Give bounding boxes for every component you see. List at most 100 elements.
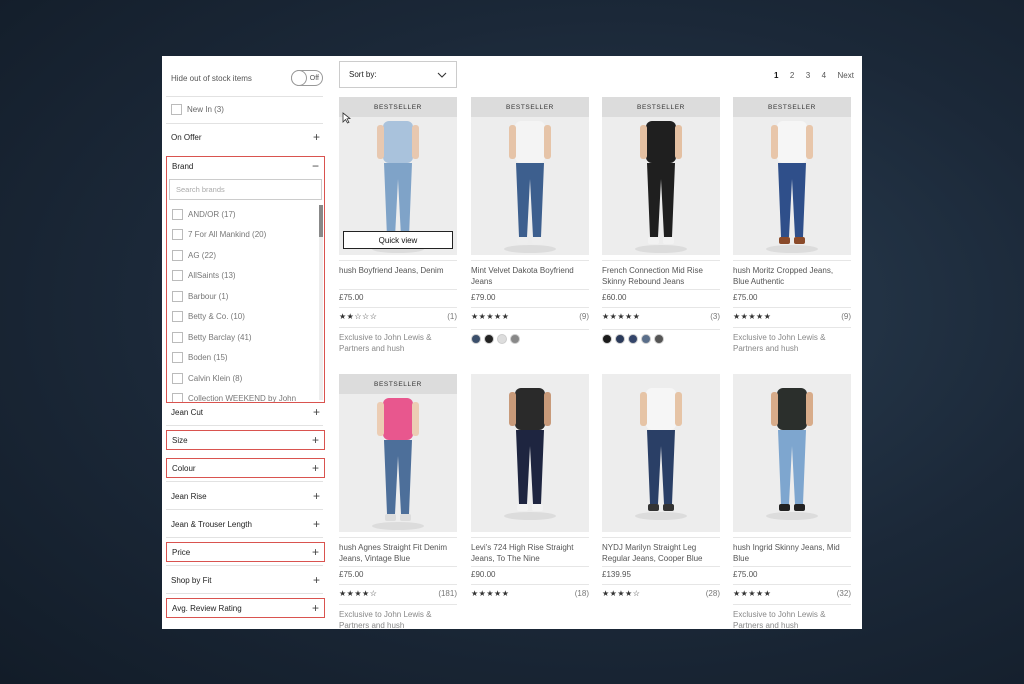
left-shoe <box>648 504 659 511</box>
hide-out-of-stock-toggle[interactable]: Off <box>291 70 323 86</box>
brand-item[interactable]: Betty & Co. (10) <box>167 307 317 328</box>
page-link-4[interactable]: 4 <box>822 71 826 80</box>
brand-item[interactable]: Collection WEEKEND by John <box>167 389 317 402</box>
toggle-state-label: Off <box>309 74 319 82</box>
floor-shadow <box>635 512 687 520</box>
new-in-filter[interactable]: New In (3) <box>171 102 224 116</box>
brand-item[interactable]: Betty Barclay (41) <box>167 327 317 348</box>
brand-item[interactable]: AllSaints (13) <box>167 266 317 287</box>
facet-shop-by-fit[interactable]: Shop by Fit + <box>166 570 325 590</box>
left-arm <box>509 125 516 159</box>
product-card[interactable]: NYDJ Marilyn Straight Leg Regular Jeans,… <box>602 374 720 600</box>
checkbox[interactable] <box>172 372 183 384</box>
sort-by-dropdown[interactable]: Sort by: <box>339 61 457 88</box>
product-rating: ★★★★★ (32) <box>733 584 851 600</box>
product-card[interactable]: BESTSELLER Quick view hush Boyfriend Jea… <box>339 97 457 354</box>
new-in-checkbox[interactable] <box>171 103 182 115</box>
page-link-1[interactable]: 1 <box>774 71 778 80</box>
right-arm <box>412 125 419 159</box>
product-card[interactable]: BESTSELLER French Connection Mid Rise Sk… <box>602 97 720 344</box>
product-card[interactable]: Levi's 724 High Rise Straight Jeans, To … <box>471 374 589 600</box>
checkbox[interactable] <box>172 311 183 323</box>
review-count: (18) <box>574 589 589 598</box>
product-price: £90.00 <box>471 566 589 582</box>
product-name[interactable]: hush Ingrid Skinny Jeans, Mid Blue <box>733 537 851 564</box>
colour-swatch[interactable] <box>471 334 481 344</box>
floor-shadow <box>766 245 818 253</box>
product-name[interactable]: hush Moritz Cropped Jeans, Blue Authenti… <box>733 260 851 287</box>
colour-swatch[interactable] <box>484 334 494 344</box>
product-image[interactable] <box>602 374 720 532</box>
product-image[interactable]: BESTSELLER <box>602 97 720 255</box>
product-image[interactable]: BESTSELLER Quick view <box>339 97 457 255</box>
product-card[interactable]: BESTSELLER hush Agnes Straight Fit Denim… <box>339 374 457 629</box>
product-name[interactable]: hush Agnes Straight Fit Denim Jeans, Vin… <box>339 537 457 564</box>
quick-view-button[interactable]: Quick view <box>343 231 453 249</box>
brand-item[interactable]: Calvin Klein (8) <box>167 368 317 389</box>
product-name[interactable]: hush Boyfriend Jeans, Denim <box>339 260 457 287</box>
checkbox[interactable] <box>172 270 183 282</box>
page-link-3[interactable]: 3 <box>806 71 810 80</box>
brand-item[interactable]: Boden (15) <box>167 348 317 369</box>
product-name[interactable]: French Connection Mid Rise Skinny Reboun… <box>602 260 720 287</box>
colour-swatch[interactable] <box>510 334 520 344</box>
right-shoe <box>794 504 805 511</box>
checkbox[interactable] <box>172 229 183 241</box>
facet-size[interactable]: Size + <box>166 430 325 450</box>
brand-item[interactable]: AG (22) <box>167 245 317 266</box>
colour-swatch[interactable] <box>628 334 638 344</box>
left-shoe <box>779 504 790 511</box>
divider <box>166 537 323 538</box>
brand-item-label: Calvin Klein (8) <box>188 373 243 383</box>
review-count: (32) <box>836 589 851 598</box>
brand-search-input[interactable]: Search brands <box>169 179 322 200</box>
product-name[interactable]: Mint Velvet Dakota Boyfriend Jeans <box>471 260 589 287</box>
product-image[interactable] <box>471 374 589 532</box>
colour-swatch[interactable] <box>641 334 651 344</box>
brand-item[interactable]: 7 For All Mankind (20) <box>167 225 317 246</box>
floor-shadow <box>372 522 424 530</box>
checkbox[interactable] <box>172 352 183 364</box>
brand-item[interactable]: AND/OR (17) <box>167 204 317 225</box>
product-card[interactable]: BESTSELLER Mint Velvet Dakota Boyfriend … <box>471 97 589 344</box>
product-card[interactable]: BESTSELLER hush Moritz Cropped Jeans, Bl… <box>733 97 851 354</box>
hide-out-of-stock-row: Hide out of stock items Off <box>171 68 323 88</box>
facet-jean-rise[interactable]: Jean Rise + <box>166 486 325 506</box>
checkbox[interactable] <box>172 290 183 302</box>
facet-avg-review-rating[interactable]: Avg. Review Rating + <box>166 598 325 618</box>
right-shoe <box>663 237 674 244</box>
page-link-2[interactable]: 2 <box>790 71 794 80</box>
jeans <box>516 430 544 504</box>
facet-on-offer[interactable]: On Offer + <box>166 127 325 147</box>
colour-swatch[interactable] <box>497 334 507 344</box>
facet-label: Avg. Review Rating <box>172 603 242 613</box>
facet-label: Price <box>172 547 191 557</box>
product-name[interactable]: NYDJ Marilyn Straight Leg Regular Jeans,… <box>602 537 720 564</box>
colour-swatch[interactable] <box>602 334 612 344</box>
right-arm <box>412 402 419 436</box>
product-image[interactable]: BESTSELLER <box>471 97 589 255</box>
right-shoe <box>532 504 543 511</box>
facet-jean-trouser-length[interactable]: Jean & Trouser Length + <box>166 514 325 534</box>
colour-swatch[interactable] <box>654 334 664 344</box>
brand-item[interactable]: Barbour (1) <box>167 286 317 307</box>
checkbox[interactable] <box>172 249 183 261</box>
product-image[interactable] <box>733 374 851 532</box>
plus-icon: + <box>312 573 320 587</box>
product-image[interactable]: BESTSELLER <box>339 374 457 532</box>
facet-jean-cut[interactable]: Jean Cut + <box>166 402 325 422</box>
review-count: (9) <box>841 312 851 321</box>
facet-colour[interactable]: Colour + <box>166 458 325 478</box>
colour-swatch[interactable] <box>615 334 625 344</box>
product-image[interactable]: BESTSELLER <box>733 97 851 255</box>
product-card[interactable]: hush Ingrid Skinny Jeans, Mid Blue £75.0… <box>733 374 851 629</box>
checkbox[interactable] <box>172 331 183 343</box>
brand-scrollbar-thumb[interactable] <box>319 205 323 237</box>
left-arm <box>509 392 516 426</box>
rating-stars: ★★★★★ <box>733 589 772 598</box>
next-page-link[interactable]: Next <box>838 71 854 80</box>
checkbox[interactable] <box>172 208 183 220</box>
facet-brand[interactable]: Brand − <box>167 157 324 175</box>
facet-price[interactable]: Price + <box>166 542 325 562</box>
product-name[interactable]: Levi's 724 High Rise Straight Jeans, To … <box>471 537 589 564</box>
